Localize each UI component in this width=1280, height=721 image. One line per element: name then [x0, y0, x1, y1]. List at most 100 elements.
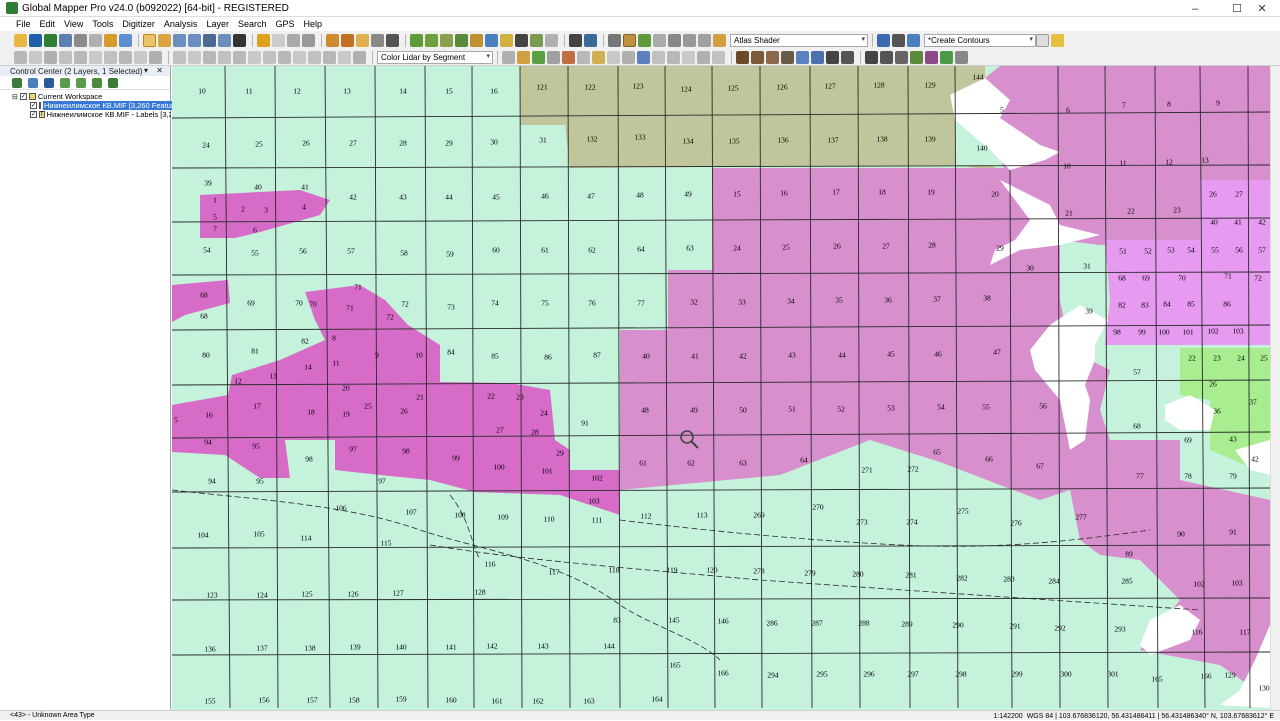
- tree-icon[interactable]: [940, 50, 953, 64]
- layer-checkbox[interactable]: ✓: [30, 102, 37, 109]
- mountain-icon[interactable]: [736, 50, 749, 64]
- open-folder-icon[interactable]: [14, 33, 27, 47]
- tree-layer[interactable]: ✓ T Нижнеилимское КВ.MIF - Labels [3,260…: [0, 110, 171, 119]
- lidar-rgb-icon[interactable]: [562, 50, 575, 64]
- lidar-height-icon[interactable]: [592, 50, 605, 64]
- more-icon[interactable]: [1036, 33, 1049, 47]
- buffer-icon[interactable]: [134, 50, 147, 64]
- zoom-to-layer-icon[interactable]: [92, 77, 102, 88]
- layer-label[interactable]: Нижнеилимское КВ.MIF [3,260 Features]: [43, 101, 185, 110]
- cross-icon[interactable]: [515, 33, 528, 47]
- globe-view-icon[interactable]: [907, 33, 920, 47]
- menu-edit[interactable]: Edit: [40, 19, 56, 29]
- difference-icon[interactable]: [293, 50, 306, 64]
- lidar-ground-icon[interactable]: [638, 33, 651, 47]
- config-icon[interactable]: [89, 33, 102, 47]
- raster-tool-icon[interactable]: [880, 50, 893, 64]
- close-button[interactable]: ✕: [1244, 0, 1280, 17]
- tree-layer[interactable]: ✓ Нижнеилимское КВ.MIF [3,260 Features]: [0, 101, 185, 110]
- lidar-class-icon[interactable]: [532, 50, 545, 64]
- zoom-tool-icon[interactable]: [143, 33, 156, 47]
- scale-icon[interactable]: [203, 50, 216, 64]
- map-scrollbar[interactable]: [1270, 66, 1280, 710]
- lidar-profile-icon[interactable]: [712, 50, 725, 64]
- contour-icon[interactable]: [425, 33, 438, 47]
- layers-icon[interactable]: [104, 33, 117, 47]
- split-icon[interactable]: [104, 50, 117, 64]
- menu-tools[interactable]: Tools: [92, 19, 113, 29]
- lidar-color-select[interactable]: Color Lidar by Segment ▾: [377, 50, 493, 64]
- globe-icon[interactable]: [29, 33, 42, 47]
- workspace-checkbox[interactable]: ✓: [19, 93, 27, 100]
- menu-file[interactable]: File: [16, 19, 31, 29]
- hillshade-icon[interactable]: [751, 50, 764, 64]
- aspect-icon[interactable]: [766, 50, 779, 64]
- viewshed-icon[interactable]: [455, 33, 468, 47]
- close-layer-icon[interactable]: [108, 77, 118, 88]
- menu-gps[interactable]: GPS: [275, 19, 294, 29]
- info-icon[interactable]: [341, 33, 354, 47]
- raster-calc-icon[interactable]: [895, 50, 908, 64]
- intersect-icon[interactable]: [278, 50, 291, 64]
- move-icon[interactable]: [173, 50, 186, 64]
- lidar-time-icon[interactable]: [667, 50, 680, 64]
- print-icon[interactable]: [74, 33, 87, 47]
- lidar-view-icon[interactable]: [502, 50, 515, 64]
- lidar-icon[interactable]: [608, 33, 621, 47]
- back-arrow-icon[interactable]: [203, 33, 216, 47]
- snap-icon[interactable]: [149, 50, 162, 64]
- elevation-grid-icon[interactable]: [826, 50, 839, 64]
- cut-icon[interactable]: [302, 33, 315, 47]
- contours-select[interactable]: *Create Contours ▾: [924, 33, 1036, 47]
- lidar-angle-icon[interactable]: [622, 50, 635, 64]
- search-icon[interactable]: [371, 33, 384, 47]
- menu-view[interactable]: View: [64, 19, 83, 29]
- metadata-icon[interactable]: [28, 77, 38, 88]
- options-icon[interactable]: [44, 77, 54, 88]
- segment-icon[interactable]: [925, 50, 938, 64]
- lidar-chart-icon[interactable]: [713, 33, 726, 47]
- digitize-rect-icon[interactable]: [59, 50, 72, 64]
- classify-icon[interactable]: [910, 50, 923, 64]
- lidar-qc-icon[interactable]: [697, 50, 710, 64]
- show-layer-icon[interactable]: [60, 77, 70, 88]
- crop-icon[interactable]: [308, 50, 321, 64]
- collapse-icon[interactable]: ⊟: [12, 93, 18, 101]
- water-drop-icon[interactable]: [796, 50, 809, 64]
- merge-icon[interactable]: [119, 50, 132, 64]
- lidar-density-icon[interactable]: [698, 33, 711, 47]
- reshape-icon[interactable]: [218, 50, 231, 64]
- 3d-view-icon[interactable]: [877, 33, 890, 47]
- simplify-icon[interactable]: [248, 50, 261, 64]
- layer-label[interactable]: Нижнеилимское КВ.MIF - Labels [3,260 Fea…: [47, 110, 171, 119]
- filter-icon[interactable]: [545, 33, 558, 47]
- feature-info-icon[interactable]: [323, 50, 336, 64]
- pan-hand-icon[interactable]: [158, 33, 171, 47]
- union-icon[interactable]: [263, 50, 276, 64]
- measure-icon[interactable]: [326, 33, 339, 47]
- vector-tool-icon[interactable]: [865, 50, 878, 64]
- hide-layer-icon[interactable]: [76, 77, 86, 88]
- digitize-line-icon[interactable]: [14, 50, 27, 64]
- minimize-button[interactable]: –: [1177, 0, 1213, 17]
- table-icon[interactable]: [569, 33, 582, 47]
- vegetation-icon[interactable]: [530, 33, 543, 47]
- lidar-extract-icon[interactable]: [683, 33, 696, 47]
- lock-icon[interactable]: [386, 33, 399, 47]
- layer-checkbox[interactable]: ✓: [30, 111, 37, 118]
- slope-icon[interactable]: [440, 33, 453, 47]
- zoom-in-icon[interactable]: [173, 33, 186, 47]
- lidar-intensity-icon[interactable]: [547, 50, 560, 64]
- flood-icon[interactable]: [811, 50, 824, 64]
- menu-analysis[interactable]: Analysis: [164, 19, 198, 29]
- digitize-circle-icon[interactable]: [74, 50, 87, 64]
- tree-workspace[interactable]: ⊟ ✓ Current Workspace: [0, 92, 170, 101]
- home-icon[interactable]: [233, 33, 246, 47]
- panel-controls[interactable]: ▾ ✕: [144, 66, 166, 75]
- map-view[interactable]: 10 11 12 13 14 15 16 121 122 123 124 125 126 127 128 12…: [172, 66, 1270, 710]
- save-icon[interactable]: [59, 33, 72, 47]
- zoom-out-icon[interactable]: [188, 33, 201, 47]
- select-icon[interactable]: [272, 33, 285, 47]
- path-profile-icon[interactable]: [356, 33, 369, 47]
- style-icon[interactable]: [353, 50, 366, 64]
